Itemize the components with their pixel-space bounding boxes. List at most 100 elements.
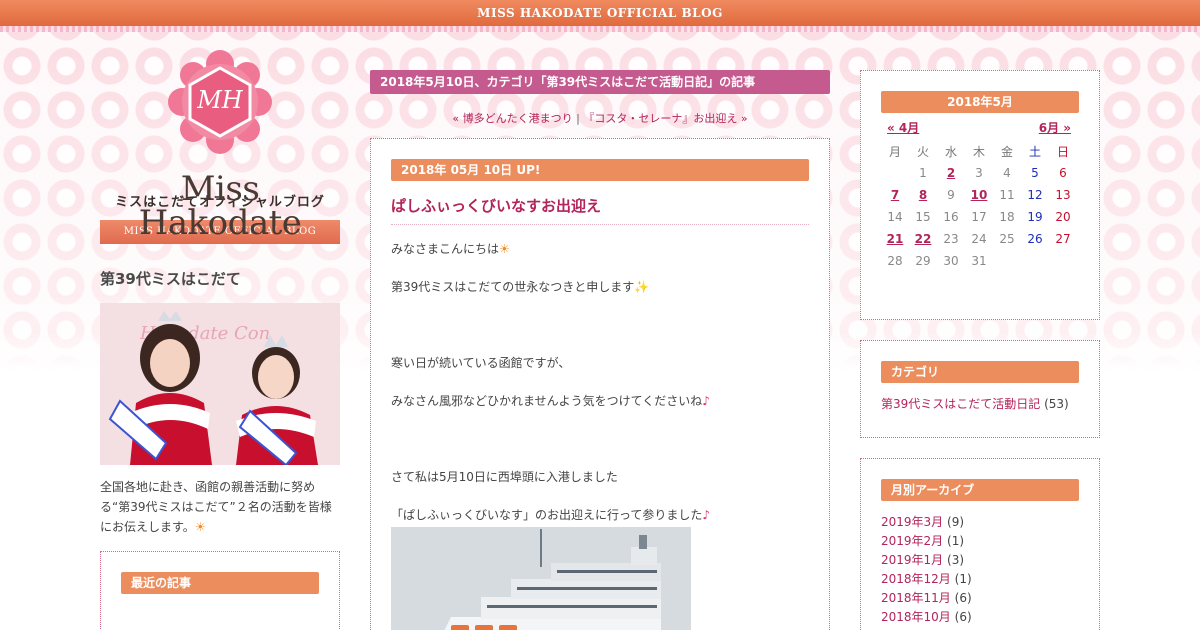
post-paragraph: 「ぱしふぃっくびいなす」のお出迎えに行って参りました♪	[391, 508, 711, 522]
calendar-day: 6	[1059, 166, 1067, 180]
main-content: 2018年5月10日、カテゴリ「第39代ミスはこだて活動日記」の記事 « 博多ど…	[370, 70, 830, 630]
archive-month-link[interactable]: 2019年2月	[881, 534, 943, 548]
calendar-week-row: 123 4 5 6	[881, 162, 1077, 184]
brand-name: Miss Hakodate	[138, 169, 302, 243]
calendar-week-row: 14 15 16 17 18 19 20	[881, 206, 1077, 228]
list-item: 2019年1月 (3)	[881, 551, 1079, 570]
calendar-day	[1021, 250, 1049, 272]
weekday-label: 木	[972, 144, 985, 159]
cruise-ship-photo[interactable]	[391, 527, 691, 630]
calendar-day: 13	[1055, 188, 1071, 202]
calendar-day-link[interactable]: 7	[881, 184, 909, 206]
calendar-day: 1	[919, 166, 927, 180]
category-count: (53)	[1044, 397, 1069, 411]
archive-count: (1)	[954, 572, 972, 586]
category-widget: カテゴリ 第39代ミスはこだて活動日記 (53)	[860, 340, 1100, 438]
post-title[interactable]: ぱしふぃっくびいなすお出迎え	[391, 195, 809, 225]
weekday-label: 日	[1056, 144, 1069, 159]
blog-description: 全国各地に赴き、函館の親善活動に努める“第39代ミスはこだて”２名の活動を皆様に…	[100, 480, 332, 534]
list-item: 2018年10月 (6)	[881, 608, 1079, 627]
calendar-widget: 2018年5月 « 4月 6月 » 月 火 水 木 金 土 日 12345678…	[860, 70, 1100, 320]
post-paragraph	[391, 431, 809, 447]
calendar-day: 20	[1055, 210, 1071, 224]
archive-widget-title: 月別アーカイブ	[881, 479, 1079, 501]
calendar-day: 9	[947, 188, 955, 202]
calendar-day-link[interactable]: 8	[909, 184, 937, 206]
archive-month-link[interactable]: 2019年1月	[881, 553, 943, 567]
archive-list: 2019年3月 (9) 2019年2月 (1) 2019年1月 (3) 2018年12…	[881, 513, 1079, 627]
calendar-day: 16	[943, 210, 959, 224]
recent-posts-widget: 最近の記事	[100, 551, 340, 630]
post-body: みなさまこんにちは☀ 第39代ミスはこだての世永なつきと申します✨ 寒い日が続い…	[391, 241, 809, 630]
calendar-day: 27	[1055, 232, 1071, 246]
blog-post: 2018年 05月 10日 UP! ぱしふぃっくびいなすお出迎え みなさまこんに…	[370, 138, 830, 630]
calendar-day: 11	[999, 188, 1015, 202]
calendar-day: 24	[971, 232, 987, 246]
logo-emblem-icon: MH	[168, 50, 272, 154]
calendar-next-month-link[interactable]: 6月 »	[1039, 119, 1071, 136]
calendar-day: 25	[999, 232, 1015, 246]
calendar-day: 4	[1003, 166, 1011, 180]
category-list: 第39代ミスはこだて活動日記 (53)	[881, 395, 1079, 414]
site-header-bar: MISS HAKODATE OFFICIAL BLOG	[0, 0, 1200, 26]
calendar-weekday-row: 月 火 水 木 金 土 日	[881, 140, 1077, 162]
calendar-week-row: 7 8 9 10 11 12 13	[881, 184, 1077, 206]
calendar-grid: 月 火 水 木 金 土 日 1 2 3 4 5 6 7 8 9 10 11 12 13 14 15 16 17 1…	[881, 140, 1077, 272]
list-item: 2018年11月 (6)	[881, 589, 1079, 608]
list-item: 2018年12月 (1)	[881, 570, 1079, 589]
post-paragraph: さて私は5月10日に西埠頭に入港しました	[391, 470, 618, 484]
weekday-label: 金	[1000, 144, 1013, 159]
post-paragraph: みなさん風邪などひかれませんよう気をつけてくださいね♪	[391, 394, 710, 408]
calendar-week-row: 28 29 30 31	[881, 250, 1077, 272]
calendar-nav: « 4月 6月 »	[881, 119, 1079, 136]
calendar-day: 18	[999, 210, 1015, 224]
archive-count: (6)	[954, 610, 972, 624]
calendar-day	[881, 162, 909, 184]
calendar-day: 26	[1027, 232, 1043, 246]
archive-count: (1)	[947, 534, 965, 548]
profile-photo[interactable]: Hakodate Con	[100, 303, 340, 465]
calendar-day: 15	[915, 210, 931, 224]
recent-posts-title: 最近の記事	[121, 572, 319, 594]
archive-month-link[interactable]: 2019年3月	[881, 515, 943, 529]
archive-month-link[interactable]: 2018年12月	[881, 572, 951, 586]
calendar-day: 23	[943, 232, 959, 246]
calendar-day	[993, 250, 1021, 272]
calendar-day-link[interactable]: 22	[909, 228, 937, 250]
cruise-ship-illustration	[391, 527, 691, 630]
calendar-day: 29	[915, 254, 931, 268]
archive-month-link[interactable]: 2018年10月	[881, 610, 951, 624]
list-item: 2019年3月 (9)	[881, 513, 1079, 532]
weekday-label: 月	[888, 144, 901, 159]
site-header-title[interactable]: MISS HAKODATE OFFICIAL BLOG	[477, 6, 723, 20]
calendar-day-link[interactable]: 10	[965, 184, 993, 206]
calendar-day: 17	[971, 210, 987, 224]
calendar-day-link[interactable]: 21	[881, 228, 909, 250]
weekday-label: 火	[916, 144, 929, 159]
list-item: 2019年2月 (1)	[881, 532, 1079, 551]
post-paragraph: 第39代ミスはこだての世永なつきと申します✨	[391, 280, 650, 294]
calendar-day: 30	[943, 254, 959, 268]
right-sidebar: 2018年5月 « 4月 6月 » 月 火 水 木 金 土 日 12345678…	[860, 70, 1100, 630]
logo-letters: MH	[196, 86, 244, 114]
sparkle-icon: ✨	[634, 280, 650, 294]
prev-post-link[interactable]: « 博多どんたく港まつり	[452, 112, 572, 125]
pager-separator: |	[576, 112, 580, 125]
site-logo[interactable]: MH Miss Hakodate	[100, 50, 340, 240]
archive-month-link[interactable]: 2018年11月	[881, 591, 951, 605]
list-item: 第39代ミスはこだて活動日記 (53)	[881, 395, 1079, 414]
post-paragraph: 寒い日が続いている函館ですが、	[391, 356, 571, 370]
calendar-day: 19	[1027, 210, 1043, 224]
calendar-day: 31	[971, 254, 987, 268]
next-post-link[interactable]: 『コスタ・セレーナ』お出迎え »	[583, 112, 747, 125]
archive-count: (6)	[954, 591, 972, 605]
calendar-prev-month-link[interactable]: « 4月	[887, 119, 919, 136]
post-date: 2018年 05月 10日 UP!	[391, 159, 809, 181]
weekday-label: 水	[944, 144, 957, 159]
category-link[interactable]: 第39代ミスはこだて活動日記	[881, 397, 1040, 411]
sun-icon: ☀	[194, 520, 206, 534]
calendar-day-link[interactable]: 2	[937, 162, 965, 184]
calendar-day: 14	[887, 210, 903, 224]
calendar-day	[1049, 250, 1077, 272]
sidebar-section-title: 第39代ミスはこだて	[100, 270, 241, 288]
